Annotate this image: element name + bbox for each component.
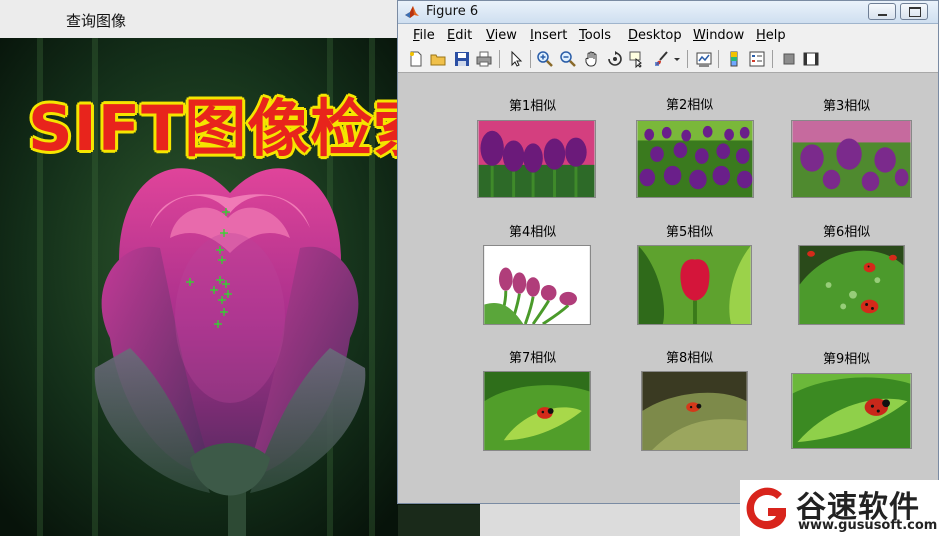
data-cursor-icon[interactable]	[628, 50, 646, 68]
toolbar-separator	[718, 50, 719, 68]
result-label: 第3相似	[823, 99, 871, 114]
menu-bar: File Edit View Insert Tools Desktop Wind…	[398, 24, 938, 46]
menu-tools[interactable]: Tools	[579, 28, 611, 43]
figure-window: Figure 6 File Edit View Insert Tools Des…	[397, 0, 939, 504]
menu-help[interactable]: Help	[756, 28, 786, 43]
brush-icon[interactable]	[653, 50, 671, 68]
dropdown-arrow-icon[interactable]	[672, 50, 682, 68]
result-image-2	[636, 120, 754, 198]
result-image-4	[483, 245, 591, 325]
menu-file[interactable]: File	[413, 28, 435, 43]
legend-icon[interactable]	[748, 50, 766, 68]
colorbar-icon[interactable]	[726, 50, 744, 68]
new-file-icon[interactable]	[407, 50, 425, 68]
watermark-url: www.gususoft.com	[798, 518, 938, 533]
menu-insert[interactable]: Insert	[530, 28, 567, 43]
print-icon[interactable]	[475, 50, 493, 68]
result-label: 第5相似	[666, 225, 714, 240]
hide-plot-tools-icon[interactable]	[780, 50, 798, 68]
link-plot-icon[interactable]	[695, 50, 713, 68]
result-image-3	[791, 120, 912, 198]
figure-title: Figure 6	[426, 4, 479, 19]
watermark: 谷速软件 www.gususoft.com	[740, 480, 939, 536]
result-image-1	[477, 120, 596, 198]
toolbar-separator	[499, 50, 500, 68]
pointer-icon[interactable]	[507, 50, 525, 68]
result-label: 第9相似	[823, 352, 871, 367]
background-window-edge	[398, 505, 480, 536]
zoom-out-icon[interactable]	[559, 50, 577, 68]
matlab-icon	[405, 6, 419, 18]
result-image-6	[798, 245, 905, 325]
result-label: 第2相似	[666, 98, 714, 113]
result-label: 第1相似	[509, 99, 557, 114]
menu-edit[interactable]: Edit	[447, 28, 472, 43]
result-image-7	[483, 371, 591, 451]
maximize-button[interactable]	[900, 3, 928, 20]
figure-title-bar[interactable]: Figure 6	[398, 1, 938, 24]
result-image-8	[641, 371, 748, 451]
open-folder-icon[interactable]	[429, 50, 447, 68]
query-image-title-bar: 查询图像	[0, 0, 400, 39]
zoom-in-icon[interactable]	[536, 50, 554, 68]
menu-window[interactable]: Window	[693, 28, 744, 43]
minimize-button[interactable]	[868, 3, 896, 20]
result-label: 第4相似	[509, 225, 557, 240]
result-image-9	[791, 373, 912, 449]
menu-desktop[interactable]: Desktop	[628, 28, 682, 43]
toolbar-separator	[687, 50, 688, 68]
result-label: 第6相似	[823, 225, 871, 240]
save-icon[interactable]	[453, 50, 471, 68]
pan-hand-icon[interactable]	[583, 50, 601, 68]
result-image-5	[637, 245, 752, 325]
toolbar-separator	[530, 50, 531, 68]
query-image-window: 查询图像 SIFT图像检索	[0, 0, 400, 536]
toolbar-separator	[772, 50, 773, 68]
show-plot-tools-icon[interactable]	[802, 50, 820, 68]
gusu-logo-icon	[746, 487, 786, 530]
figure-toolbar	[398, 46, 938, 73]
plot-area: 第1相似 第2相似 第3相似 第4相似 第5相似 第6相似 第7相似 第8相似 …	[398, 73, 938, 503]
banner-title: SIFT图像检索	[28, 92, 400, 165]
query-image-title: 查询图像	[66, 12, 127, 30]
rotate-3d-icon[interactable]	[606, 50, 624, 68]
menu-view[interactable]: View	[486, 28, 517, 43]
result-label: 第7相似	[509, 351, 557, 366]
result-label: 第8相似	[666, 351, 714, 366]
